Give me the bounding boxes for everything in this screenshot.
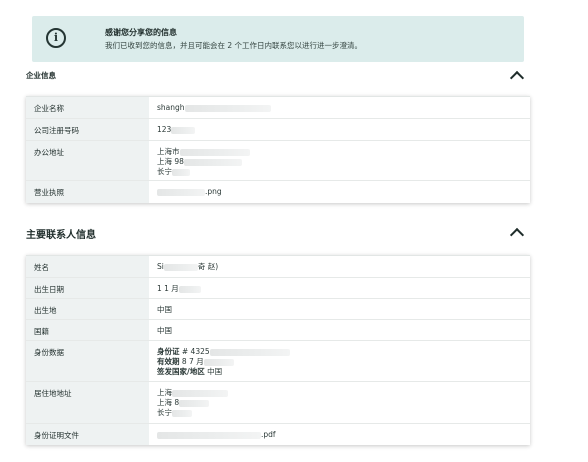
company-info-card: 企业名称 shangh 公司注册号码 123 办公地址 上海市 上海 98 长宁… bbox=[26, 96, 530, 203]
redacted-block bbox=[172, 409, 192, 417]
residential-address-label: 居住地地址 bbox=[26, 382, 149, 423]
expiry-key: 有效期 bbox=[157, 357, 180, 366]
name-text-start: Si bbox=[157, 262, 164, 271]
business-license-label: 营业执照 bbox=[26, 181, 149, 203]
residential-address-value: 上海 上海 8 长宁 bbox=[157, 388, 522, 418]
id-card-key: 身份证 bbox=[157, 347, 180, 356]
company-name-row: 企业名称 shangh bbox=[26, 97, 530, 119]
issuing-country-value: 中国 bbox=[207, 367, 223, 376]
company-name-text: shangh bbox=[157, 103, 185, 112]
name-value: Si 奇 赵) bbox=[157, 262, 522, 272]
registration-number-value: 123 bbox=[157, 125, 522, 135]
birth-place-label: 出生地 bbox=[26, 299, 149, 319]
issuing-country-key: 签发国家/地区 bbox=[157, 367, 205, 376]
contact-info-card: 姓名 Si 奇 赵) 出生日期 1 1 月 出生地 中国 国籍 中国 身份数据 身… bbox=[26, 255, 530, 445]
company-section-header[interactable]: 企业信息 bbox=[26, 68, 525, 86]
identity-document-value[interactable]: .pdf bbox=[157, 430, 522, 440]
identity-document-file[interactable]: .pdf bbox=[261, 430, 276, 439]
business-license-value[interactable]: .png bbox=[157, 187, 522, 197]
company-name-value: shangh bbox=[157, 103, 522, 113]
nationality-value: 中国 bbox=[157, 326, 522, 336]
notice-body: 我们已收到您的信息，并且可能会在 2 个工作日内联系您以进行进一步澄清。 bbox=[105, 41, 363, 50]
redacted-block bbox=[209, 348, 290, 356]
nationality-text: 中国 bbox=[157, 326, 172, 335]
business-license-row: 营业执照 .png bbox=[26, 181, 530, 203]
birth-date-value: 1 1 月 bbox=[157, 284, 522, 294]
registration-number-label: 公司注册号码 bbox=[26, 119, 149, 140]
chevron-up-icon[interactable] bbox=[509, 70, 525, 86]
identity-data-value: 身份证 # 4325 有效期 8 7 月 签发国家/地区 中国 bbox=[157, 347, 522, 377]
birth-date-label: 出生日期 bbox=[26, 278, 149, 298]
redacted-block bbox=[178, 285, 201, 293]
expiry-value: 8 7 月 bbox=[181, 357, 204, 366]
nationality-row: 国籍 中国 bbox=[26, 320, 530, 341]
company-section-title: 企业信息 bbox=[26, 71, 56, 80]
company-name-label: 企业名称 bbox=[26, 97, 149, 118]
office-address-value: 上海市 上海 98 长宁 bbox=[157, 147, 522, 177]
redacted-block bbox=[157, 188, 205, 196]
birth-place-row: 出生地 中国 bbox=[26, 299, 530, 320]
birth-date-text: 1 1 月 bbox=[157, 284, 179, 293]
redacted-block bbox=[179, 399, 210, 407]
office-address-line-1: 上海市 bbox=[157, 147, 180, 156]
office-address-row: 办公地址 上海市 上海 98 长宁 bbox=[26, 141, 530, 181]
identity-data-row: 身份数据 身份证 # 4325 有效期 8 7 月 签发国家/地区 中国 bbox=[26, 341, 530, 382]
residential-address-row: 居住地地址 上海 上海 8 长宁 bbox=[26, 382, 530, 424]
identity-document-label: 身份证明文件 bbox=[26, 424, 149, 445]
contact-section-header[interactable]: 主要联系人信息 bbox=[26, 224, 525, 243]
name-label: 姓名 bbox=[26, 256, 149, 277]
name-text-end: 奇 赵) bbox=[197, 262, 219, 271]
identity-document-row: 身份证明文件 .pdf bbox=[26, 424, 530, 445]
name-row: 姓名 Si 奇 赵) bbox=[26, 256, 530, 278]
registration-number-text: 123 bbox=[157, 125, 172, 134]
redacted-block bbox=[172, 168, 190, 176]
nationality-label: 国籍 bbox=[26, 320, 149, 340]
birth-date-row: 出生日期 1 1 月 bbox=[26, 278, 530, 299]
redacted-block bbox=[157, 431, 261, 439]
redacted-block bbox=[179, 148, 250, 156]
office-address-label: 办公地址 bbox=[26, 141, 149, 180]
redacted-block bbox=[163, 263, 198, 271]
contact-section-title: 主要联系人信息 bbox=[26, 230, 96, 241]
confirmation-notice: i 感谢您分享您的信息 我们已收到您的信息，并且可能会在 2 个工作日内联系您以… bbox=[32, 16, 524, 62]
residential-address-line-1: 上海 bbox=[157, 388, 172, 397]
id-card-number: # 4325 bbox=[181, 347, 210, 356]
notice-title: 感谢您分享您的信息 bbox=[105, 28, 177, 37]
redacted-block bbox=[172, 389, 228, 397]
office-address-line-2: 上海 98 bbox=[157, 157, 184, 166]
chevron-up-icon[interactable] bbox=[509, 227, 525, 243]
business-license-file[interactable]: .png bbox=[205, 187, 222, 196]
redacted-block bbox=[171, 126, 196, 134]
registration-number-row: 公司注册号码 123 bbox=[26, 119, 530, 141]
residential-address-line-2: 上海 8 bbox=[157, 398, 180, 407]
office-address-line-3: 长宁 bbox=[157, 167, 172, 176]
redacted-block bbox=[184, 104, 271, 112]
identity-data-label: 身份数据 bbox=[26, 341, 149, 381]
info-icon: i bbox=[46, 28, 66, 48]
redacted-block bbox=[183, 158, 242, 166]
redacted-block bbox=[203, 358, 234, 366]
residential-address-line-3: 长宁 bbox=[157, 408, 172, 417]
birth-place-text: 中国 bbox=[157, 305, 172, 314]
birth-place-value: 中国 bbox=[157, 305, 522, 315]
